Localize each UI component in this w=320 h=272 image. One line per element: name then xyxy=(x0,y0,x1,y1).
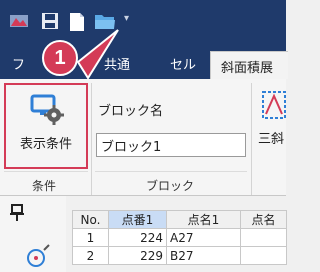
cell-extra[interactable] xyxy=(240,246,287,265)
cell-point-name[interactable]: B27 xyxy=(166,246,241,265)
callout-step-badge: 1 xyxy=(42,40,78,76)
column-header-point-no[interactable]: 点番1 xyxy=(108,210,167,229)
point-table: No. 点番1 点名1 点名 1 224 A27 2 229 B27 xyxy=(72,210,287,265)
pin-icon[interactable] xyxy=(10,204,24,222)
table-row[interactable]: 1 224 A27 xyxy=(72,228,287,247)
column-header-point-name[interactable]: 点名1 xyxy=(166,210,241,229)
cell-point-name[interactable]: A27 xyxy=(166,228,241,247)
cell-no[interactable]: 1 xyxy=(72,228,109,247)
table-header-row: No. 点番1 点名1 点名 xyxy=(72,210,287,229)
table-row[interactable]: 2 229 B27 xyxy=(72,246,287,265)
point-tool-icon[interactable] xyxy=(22,244,50,272)
column-header-extra[interactable]: 点名 xyxy=(240,210,287,229)
cell-no[interactable]: 2 xyxy=(72,246,109,265)
cell-extra[interactable] xyxy=(240,228,287,247)
cell-point-no[interactable]: 229 xyxy=(108,246,167,265)
cell-point-no[interactable]: 224 xyxy=(108,228,167,247)
column-header-no[interactable]: No. xyxy=(72,210,109,229)
